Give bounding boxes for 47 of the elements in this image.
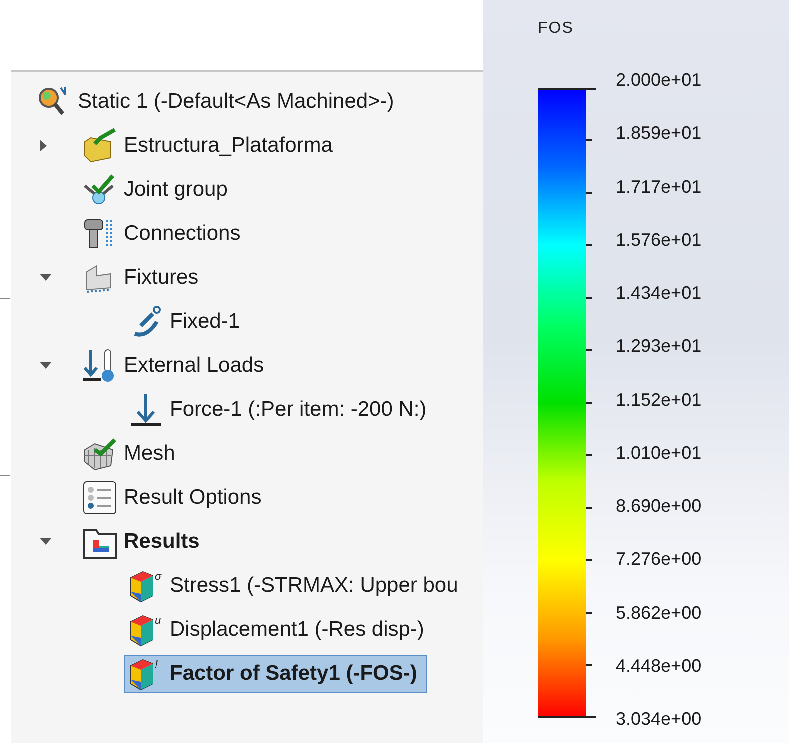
list-options-icon — [81, 480, 119, 516]
tree-item[interactable]: Joint group — [78, 171, 238, 209]
scale-value: 4.448e+00 — [616, 656, 702, 677]
tree-item[interactable]: u Displacement1 (-Res disp-) — [124, 611, 434, 649]
tree-item[interactable]: Result Options — [78, 479, 272, 517]
scale-value: 1.152e+01 — [616, 390, 702, 410]
collapse-caret-icon[interactable] — [40, 274, 52, 282]
scale-value: 7.276e+00 — [616, 549, 702, 570]
tree-item[interactable]: σ Stress1 (-STRMAX: Upper bou — [124, 567, 468, 605]
tree-item-label: Fixed-1 — [169, 308, 242, 334]
legend-title: FOS — [538, 20, 575, 39]
tree-item[interactable]: ! Factor of Safety1 (-FOS-) — [124, 655, 428, 693]
tree-item-label: Mesh — [123, 440, 176, 466]
tree-item[interactable]: Results — [78, 523, 210, 561]
collapse-caret-icon[interactable] — [40, 362, 52, 370]
scale-value: 1.434e+01 — [616, 283, 702, 304]
tree-item[interactable]: Connections — [78, 215, 251, 253]
tree-item[interactable]: Estructura_Plataforma — [78, 127, 343, 165]
tree-item-label: Stress1 (-STRMAX: Upper bou — [169, 572, 460, 598]
collapse-caret-icon[interactable] — [40, 538, 52, 546]
tree-item-label: Result Options — [123, 484, 263, 510]
tree-item-label: Force-1 (:Per item: -200 N:) — [169, 396, 428, 422]
tree-item-label: Joint group — [123, 176, 229, 202]
tree-item[interactable]: Fixtures — [78, 259, 209, 297]
tree-item-label: External Loads — [123, 352, 266, 378]
expand-caret-icon[interactable] — [40, 140, 48, 152]
scale-value: 1.010e+01 — [616, 442, 702, 464]
tree-item-label: Static 1 (-Default<As Machined>-) — [77, 88, 396, 114]
tree-item-label: Estructura_Plataforma — [123, 132, 334, 158]
tree-item-label: Displacement1 (-Res disp-) — [169, 616, 426, 642]
tree-item-label: Factor of Safety1 (-FOS-) — [169, 660, 418, 686]
scale-value: 1.576e+01 — [616, 230, 702, 251]
scale-value: 2.000e+01 — [616, 70, 702, 91]
scale-value: 1.293e+01 — [616, 336, 702, 358]
tree-item[interactable]: Static 1 (-Default<As Machined>-) — [32, 83, 404, 121]
scale-value: 8.690e+00 — [616, 496, 702, 517]
tree-item-label: Connections — [123, 220, 242, 246]
tree-item[interactable]: External Loads — [78, 347, 274, 385]
tree-item-label: Fixtures — [123, 264, 200, 290]
tree-item[interactable]: Mesh — [78, 435, 186, 473]
tree-item-label: Results — [123, 528, 201, 554]
scale-value: 3.034e+00 — [616, 709, 702, 730]
tree-item[interactable]: Fixed-1 — [124, 303, 250, 341]
scale-value: 5.862e+00 — [616, 602, 702, 624]
scale-value: 1.859e+01 — [616, 123, 702, 144]
scale-value: 1.717e+01 — [616, 176, 702, 198]
tree-item[interactable]: Force-1 (:Per item: -200 N:) — [124, 391, 437, 429]
